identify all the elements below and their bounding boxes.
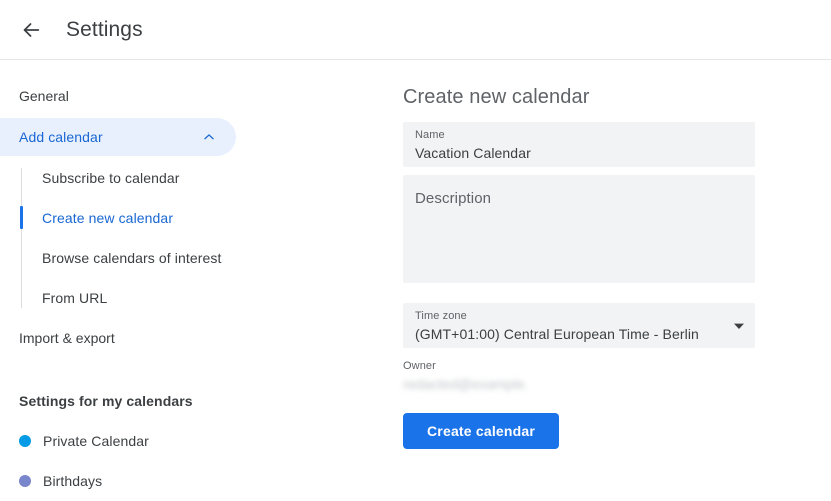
sidebar-active-indicator	[20, 206, 23, 229]
sidebar-item-browse-calendars-of-interest[interactable]: Browse calendars of interest	[42, 250, 221, 266]
sidebar-section-heading-my-calendars: Settings for my calendars	[19, 393, 193, 409]
triangle-down-icon[interactable]	[734, 321, 744, 331]
timezone-field-label: Time zone	[415, 310, 467, 322]
calendar-color-dot	[19, 475, 31, 487]
form-heading: Create new calendar	[403, 86, 590, 108]
sidebar-item-import-export[interactable]: Import & export	[19, 330, 115, 346]
app-header: Settings	[0, 0, 831, 60]
create-calendar-form: Create new calendar Name Vacation Calend…	[403, 60, 831, 501]
owner-field: Owner redacted@example.com	[403, 360, 755, 393]
page-title: Settings	[66, 17, 143, 41]
name-field[interactable]: Name Vacation Calendar	[403, 122, 755, 167]
sidebar-item-general[interactable]: General	[19, 88, 69, 104]
description-field[interactable]: Description	[403, 175, 755, 283]
settings-sidebar: General Add calendar Subscribe to calend…	[0, 60, 390, 501]
sidebar-item-create-new-calendar[interactable]: Create new calendar	[42, 210, 173, 226]
chevron-up-icon[interactable]	[201, 129, 217, 145]
sidebar-item-subscribe-to-calendar[interactable]: Subscribe to calendar	[42, 170, 180, 186]
sidebar-item-add-calendar[interactable]: Add calendar	[0, 118, 236, 156]
sidebar-calendar-birthdays[interactable]: Birthdays	[19, 473, 102, 489]
sidebar-item-label: Add calendar	[19, 129, 103, 145]
create-calendar-button[interactable]: Create calendar	[403, 413, 560, 449]
sidebar-subnav-rail	[21, 168, 22, 308]
timezone-select[interactable]: Time zone (GMT+01:00) Central European T…	[403, 303, 755, 348]
name-field-value: Vacation Calendar	[415, 145, 531, 161]
sidebar-calendar-private-calendar[interactable]: Private Calendar	[19, 433, 149, 449]
calendar-name-label: Birthdays	[43, 473, 103, 489]
timezone-field-value: (GMT+01:00) Central European Time - Berl…	[415, 326, 699, 342]
arrow-left-icon[interactable]	[18, 17, 44, 43]
description-field-placeholder: Description	[415, 190, 492, 207]
owner-field-value-redacted: redacted@example.com	[403, 376, 527, 392]
calendar-name-label: Private Calendar	[43, 433, 149, 449]
calendar-color-dot	[19, 435, 31, 447]
owner-field-label: Owner	[403, 360, 436, 372]
sidebar-item-from-url[interactable]: From URL	[42, 290, 107, 306]
name-field-label: Name	[415, 129, 445, 141]
